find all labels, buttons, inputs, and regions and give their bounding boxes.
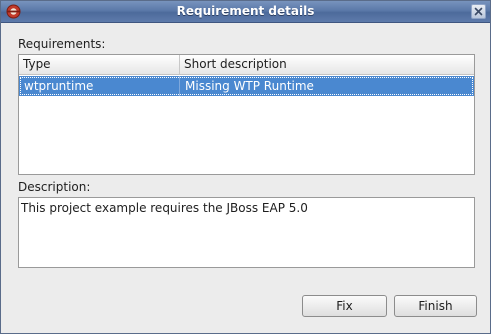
close-button[interactable]	[471, 4, 486, 19]
finish-button[interactable]: Finish	[394, 295, 477, 317]
description-textarea[interactable]: This project example requires the JBoss …	[18, 197, 475, 268]
description-label: Description:	[18, 180, 91, 194]
table-row[interactable]: wtpruntime Missing WTP Runtime	[19, 76, 474, 96]
requirements-table[interactable]: Type Short description wtpruntime Missin…	[18, 54, 475, 175]
cell-type: wtpruntime	[24, 79, 94, 93]
fix-button[interactable]: Fix	[302, 295, 387, 317]
column-header-type[interactable]: Type	[19, 55, 180, 74]
column-header-short-description[interactable]: Short description	[180, 55, 474, 74]
close-icon	[474, 7, 483, 16]
table-header: Type Short description	[19, 55, 474, 75]
requirements-label: Requirements:	[18, 37, 106, 51]
requirement-details-dialog: Requirement details Requirements: Type S…	[0, 0, 491, 334]
dialog-title: Requirement details	[176, 4, 315, 18]
cell-short-description: Missing WTP Runtime	[185, 79, 314, 93]
title-bar[interactable]: Requirement details	[1, 1, 490, 23]
